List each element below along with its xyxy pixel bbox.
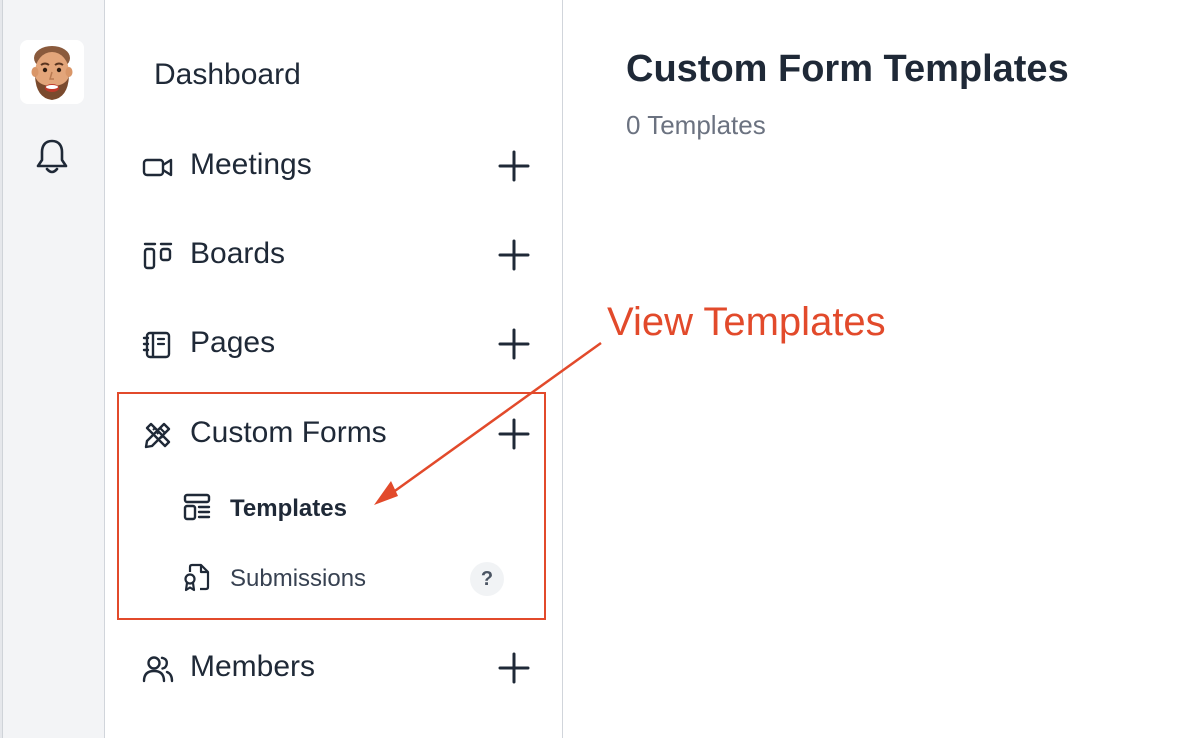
- add-member-plus-icon[interactable]: [496, 650, 532, 686]
- page-title: Custom Form Templates: [626, 48, 1069, 90]
- sidebar-item-members[interactable]: Members: [142, 646, 532, 690]
- sidebar-item-label: Boards: [190, 237, 286, 270]
- main-content: Custom Form Templates 0 Templates: [564, 0, 1200, 738]
- annotation-highlight-box: [117, 392, 546, 620]
- sidebar-item-dashboard[interactable]: Dashboard: [154, 58, 301, 92]
- notebook-icon: [142, 331, 171, 359]
- add-meeting-plus-icon[interactable]: [496, 148, 532, 184]
- app-rail: [0, 0, 105, 738]
- sidebar-item-meetings[interactable]: Meetings: [142, 144, 532, 188]
- sidebar-item-label: Meetings: [190, 148, 312, 181]
- avatar-face-icon: [31, 46, 73, 100]
- window-edge: [0, 0, 3, 738]
- sidebar-item-label: Members: [190, 650, 316, 683]
- boards-icon: [143, 242, 173, 270]
- add-board-plus-icon[interactable]: [496, 237, 532, 273]
- avatar[interactable]: [20, 40, 84, 104]
- sidebar-item-pages[interactable]: Pages: [142, 322, 532, 366]
- sidebar-item-label: Pages: [190, 326, 276, 359]
- add-page-plus-icon[interactable]: [496, 326, 532, 362]
- templates-count: 0 Templates: [626, 110, 766, 140]
- video-camera-icon: [142, 158, 173, 177]
- sidebar-nav: Dashboard Meetings Boards Pages Custom F…: [106, 0, 563, 738]
- annotation-label: View Templates: [607, 300, 886, 344]
- users-icon: [142, 656, 174, 683]
- notifications-bell-icon[interactable]: [34, 136, 70, 176]
- sidebar-item-boards[interactable]: Boards: [142, 233, 532, 277]
